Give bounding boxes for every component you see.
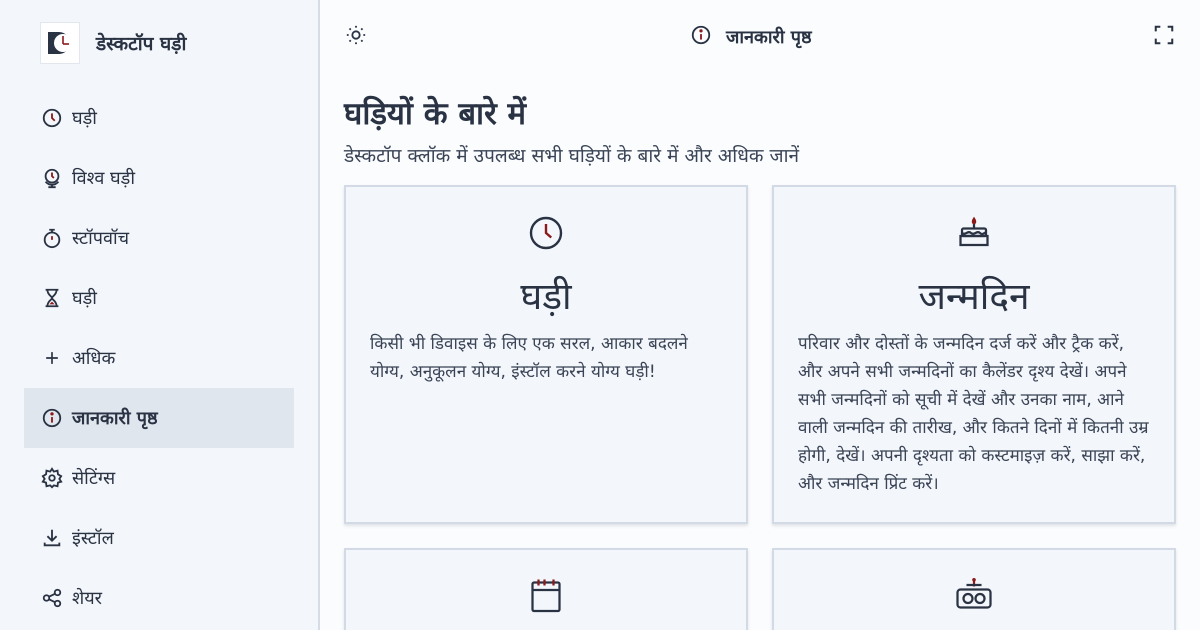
sidebar-item-label: विश्व घड़ी <box>72 168 135 189</box>
fullscreen-icon <box>1153 24 1175 50</box>
calendar-icon <box>346 576 746 616</box>
theme-toggle-button[interactable] <box>344 25 368 49</box>
globe-clock-icon <box>40 166 64 190</box>
sidebar-item-timer[interactable]: घड़ी <box>24 268 294 328</box>
gear-icon <box>40 466 64 490</box>
card-alarm[interactable] <box>772 548 1176 630</box>
clock-icon <box>40 106 64 130</box>
sun-icon <box>345 24 367 50</box>
sidebar-item-label: अधिक <box>72 348 116 369</box>
card-description: किसी भी डिवाइस के लिए एक सरल, आकार बदलने… <box>370 334 688 382</box>
stopwatch-icon <box>40 226 64 250</box>
sidebar-item-label: स्टॉपवॉच <box>72 228 130 249</box>
app-logo <box>40 22 80 64</box>
plus-icon <box>40 346 64 370</box>
page-title: घड़ियों के बारे में <box>344 96 527 132</box>
main-content: जानकारी पृष्ठ घड़ियों के बारे में डेस्कट… <box>320 0 1200 630</box>
page-subtitle: डेस्कटॉप क्लॉक में उपलब्ध सभी घड़ियों के… <box>344 145 800 167</box>
hourglass-icon <box>40 286 64 310</box>
sidebar-item-info-page[interactable]: जानकारी पृष्ठ <box>24 388 294 448</box>
card-clock[interactable]: घड़ी किसी भी डिवाइस के लिए एक सरल, आकार … <box>344 185 748 524</box>
fullscreen-button[interactable] <box>1152 25 1176 49</box>
birthday-cake-icon <box>774 215 1174 251</box>
sidebar-item-label: इंस्टॉल <box>72 528 114 549</box>
app-title: डेस्कटॉप घड़ी <box>96 33 187 55</box>
sidebar-item-settings[interactable]: सेटिंग्स <box>24 448 294 508</box>
card-birthday[interactable]: जन्मदिन परिवार और दोस्तों के जन्मदिन दर्… <box>772 185 1176 524</box>
alarm-clock-icon <box>774 576 1174 612</box>
sidebar: डेस्कटॉप घड़ी घड़ी विश्व घड़ी स्टॉपवॉच घ… <box>0 0 320 630</box>
sidebar-item-world-clock[interactable]: विश्व घड़ी <box>24 148 294 208</box>
sidebar-item-stopwatch[interactable]: स्टॉपवॉच <box>24 208 294 268</box>
sidebar-item-more[interactable]: अधिक <box>24 328 294 388</box>
info-icon <box>690 24 712 50</box>
topbar-title-text: जानकारी पृष्ठ <box>726 27 812 48</box>
card-title: जन्मदिन <box>918 275 1030 318</box>
sidebar-item-share[interactable]: शेयर <box>24 568 294 628</box>
share-icon <box>40 586 64 610</box>
topbar-title: जानकारी पृष्ठ <box>690 22 812 52</box>
card-calendar[interactable] <box>344 548 748 630</box>
sidebar-item-label: शेयर <box>72 588 103 609</box>
sidebar-item-install[interactable]: इंस्टॉल <box>24 508 294 568</box>
sidebar-item-label: सेटिंग्स <box>72 468 116 489</box>
download-icon <box>40 526 64 550</box>
clock-icon <box>346 215 746 251</box>
info-icon <box>40 406 64 430</box>
sidebar-nav: घड़ी विश्व घड़ी स्टॉपवॉच घड़ी अधिक जानका… <box>24 88 294 628</box>
sidebar-item-clock[interactable]: घड़ी <box>24 88 294 148</box>
card-description: परिवार और दोस्तों के जन्मदिन दर्ज करें औ… <box>798 334 1149 494</box>
card-title: घड़ी <box>520 275 572 318</box>
sidebar-item-label: घड़ी <box>72 288 97 309</box>
sidebar-item-label: घड़ी <box>72 108 97 129</box>
brand[interactable]: डेस्कटॉप घड़ी <box>40 22 186 64</box>
sidebar-item-label: जानकारी पृष्ठ <box>72 408 158 429</box>
